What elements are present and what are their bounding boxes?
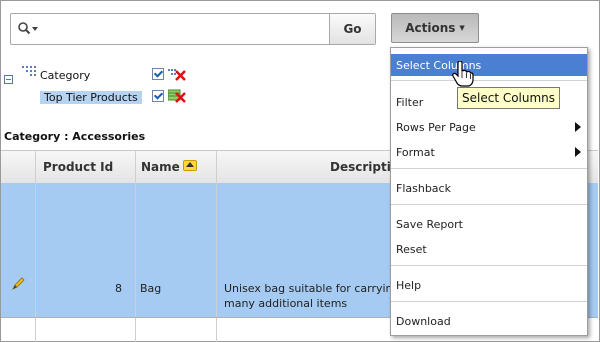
column-header-product-id[interactable]: Product Id [37, 151, 137, 183]
actions-label: Actions [405, 21, 456, 35]
hand-pointer-icon [452, 60, 474, 87]
actions-button[interactable]: Actions ▼ [391, 13, 479, 43]
control-break-heading: Category : Accessories [4, 130, 146, 143]
search-bar: Go [10, 13, 376, 45]
menu-item-label: Rows Per Page [396, 120, 476, 134]
filter-top-tier-label[interactable]: Top Tier Products [40, 91, 142, 104]
menu-item-help[interactable]: Help [391, 274, 587, 296]
filter-category-label[interactable]: Category [40, 69, 90, 82]
column-divider [135, 150, 136, 342]
sort-ascending-icon [182, 159, 197, 171]
menu-separator [391, 301, 587, 302]
menu-item-download[interactable]: Download [391, 310, 587, 332]
menu-item-reset[interactable]: Reset [391, 238, 587, 260]
menu-item-label: Save Report [396, 217, 463, 231]
menu-item-label: Help [396, 278, 422, 292]
menu-item-save-report[interactable]: Save Report [391, 213, 587, 235]
submenu-arrow-icon [575, 147, 581, 157]
column-label: Name [141, 160, 180, 174]
menu-item-label: Download [396, 314, 451, 328]
go-button[interactable]: Go [329, 14, 375, 44]
menu-separator [391, 80, 587, 81]
menu-item-format[interactable]: Format [391, 141, 587, 163]
search-icon[interactable] [17, 21, 39, 37]
cell-name: Bag [140, 282, 162, 295]
menu-separator [391, 168, 587, 169]
remove-highlight-icon[interactable] [167, 89, 186, 103]
menu-item-label: Filter [396, 95, 424, 109]
tooltip: Select Columns [457, 87, 561, 109]
filter-grid-icon [22, 66, 36, 78]
menu-item-label: Reset [396, 242, 427, 256]
collapse-filters-icon[interactable] [4, 75, 13, 84]
column-label: Product Id [43, 160, 114, 174]
menu-item-flashback[interactable]: Flashback [391, 177, 587, 199]
cell-product-id: 8 [115, 282, 122, 295]
cell-description-line2: many additional items [224, 297, 348, 310]
edit-pencil-icon[interactable] [10, 276, 26, 292]
search-input[interactable] [43, 18, 327, 40]
filter-top-tier-checkbox[interactable] [152, 90, 164, 102]
menu-separator [391, 204, 587, 205]
cell-description-line1: Unisex bag suitable for carrying [224, 282, 400, 295]
menu-separator [391, 265, 587, 266]
column-divider [216, 150, 217, 342]
column-header-name[interactable]: Name [137, 151, 267, 183]
remove-filter-icon[interactable] [168, 67, 186, 81]
chevron-down-icon: ▼ [459, 24, 465, 32]
menu-item-rows-per-page[interactable]: Rows Per Page [391, 116, 587, 138]
menu-item-label: Flashback [396, 181, 451, 195]
menu-item-label: Format [396, 145, 435, 159]
submenu-arrow-icon [575, 122, 581, 132]
menu-item-select-columns[interactable]: Select Columns [391, 54, 587, 76]
filter-category-checkbox[interactable] [152, 68, 164, 80]
column-label: Descriptio [330, 160, 400, 174]
column-divider [35, 150, 36, 342]
